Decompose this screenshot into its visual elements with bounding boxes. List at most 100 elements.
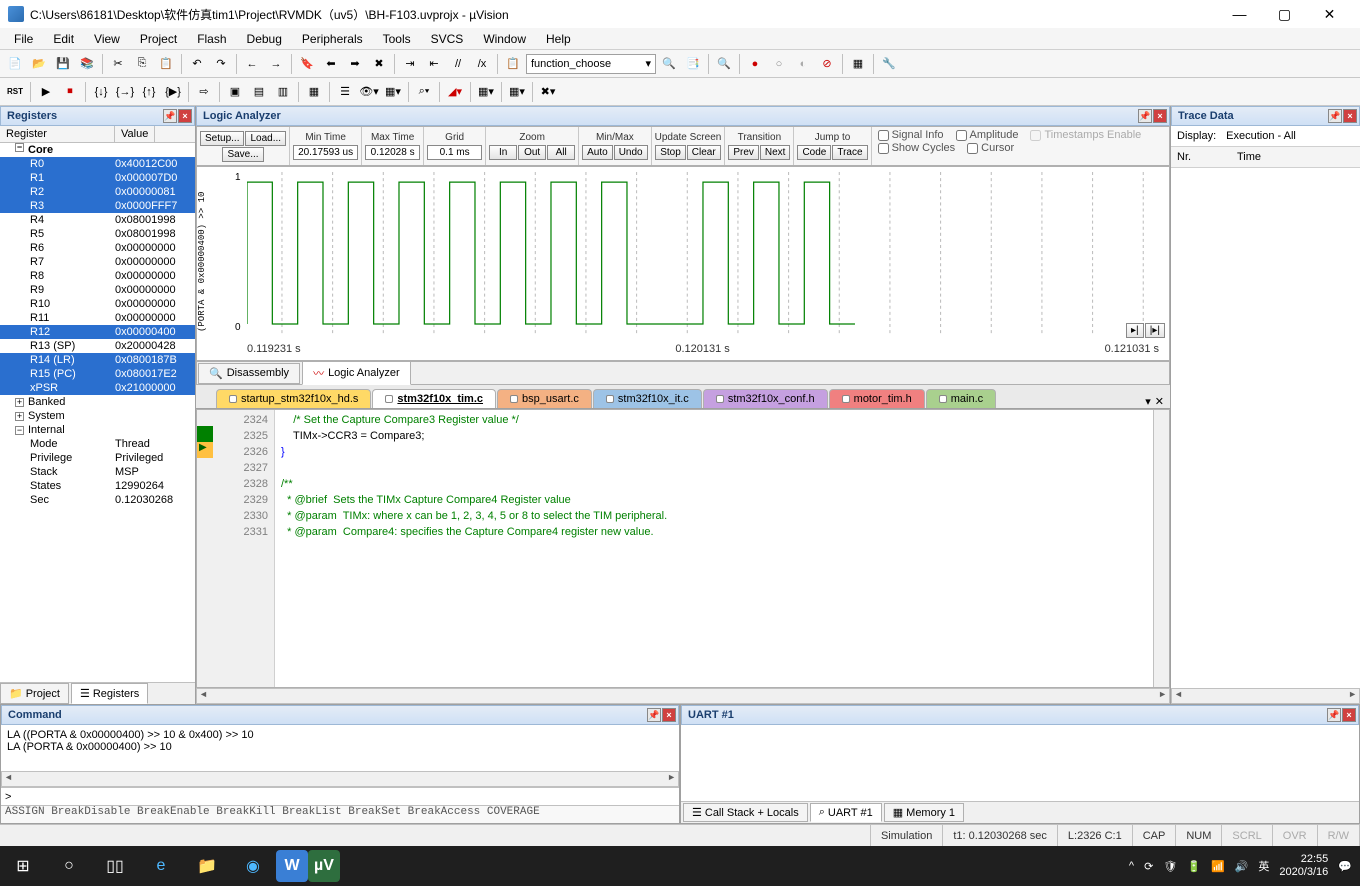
scroll-end-icon[interactable]: ▸| xyxy=(1126,323,1144,338)
callstack-icon[interactable]: ☰ xyxy=(334,81,356,103)
editor-hscrollbar[interactable] xyxy=(196,688,1170,704)
editor-vscrollbar[interactable] xyxy=(1153,410,1169,687)
bookmark-next-icon[interactable]: ➡ xyxy=(344,53,366,75)
cursor-check[interactable]: Cursor xyxy=(967,142,1014,154)
breakpoint-off-icon[interactable]: ◐ xyxy=(792,53,814,75)
tab-uart1[interactable]: ⌕UART #1 xyxy=(810,803,882,822)
reg-row[interactable]: R14 (LR)0x0800187B xyxy=(0,353,195,367)
menu-view[interactable]: View xyxy=(84,30,130,48)
menu-debug[interactable]: Debug xyxy=(237,30,292,48)
tray-shield-icon[interactable]: 🛡 xyxy=(1163,860,1177,873)
step-over-icon[interactable]: {→} xyxy=(114,81,136,103)
tray-ime-icon[interactable]: 英 xyxy=(1258,858,1269,874)
clear-button[interactable]: Clear xyxy=(687,145,721,160)
timestamps-check[interactable]: Timestamps Enable xyxy=(1030,129,1141,141)
cortana-icon[interactable]: ○ xyxy=(46,846,92,886)
undo-icon[interactable]: ↶ xyxy=(186,53,208,75)
pin-icon[interactable]: 📌 xyxy=(647,708,661,722)
reg-row[interactable]: Sec0.12030268 xyxy=(0,493,195,507)
tray-notifications-icon[interactable]: 💬 xyxy=(1338,860,1352,873)
disasm-icon[interactable]: ▤ xyxy=(248,81,270,103)
menu-svcs[interactable]: SVCS xyxy=(421,30,474,48)
reg-group[interactable]: −Internal xyxy=(0,423,195,437)
step-out-icon[interactable]: {↑} xyxy=(138,81,160,103)
menu-tools[interactable]: Tools xyxy=(373,30,421,48)
app-icon-1[interactable]: ◉ xyxy=(230,846,276,886)
comment-icon[interactable]: // xyxy=(447,53,469,75)
analysis-icon[interactable]: ◢▾ xyxy=(444,81,466,103)
file-tab[interactable]: stm32f10x_tim.c xyxy=(372,389,496,408)
stop-button[interactable]: Stop xyxy=(655,145,686,160)
close-button[interactable]: ✕ xyxy=(1307,0,1352,28)
reg-row[interactable]: xPSR0x21000000 xyxy=(0,381,195,395)
tab-dropdown-icon[interactable]: ▾ xyxy=(1145,395,1151,408)
reg-row[interactable]: PrivilegePrivileged xyxy=(0,451,195,465)
file-tab[interactable]: stm32f10x_conf.h xyxy=(703,389,828,408)
reg-row[interactable]: R60x00000000 xyxy=(0,241,195,255)
tray-sync-icon[interactable]: ⟳ xyxy=(1144,860,1153,873)
tab-callstack[interactable]: ☰Call Stack + Locals xyxy=(683,803,808,822)
tray-chevron-icon[interactable]: ^ xyxy=(1129,860,1134,872)
reg-row[interactable]: ModeThread xyxy=(0,437,195,451)
taskview-icon[interactable]: ▯▯ xyxy=(92,846,138,886)
nav-fwd-icon[interactable]: → xyxy=(265,53,287,75)
logic-analyzer-canvas[interactable]: (PORTA & 0x00000400) >> 10 1 0 0.119231 … xyxy=(196,166,1170,361)
zoom-all-button[interactable]: All xyxy=(547,145,575,160)
reg-row[interactable]: R110x00000000 xyxy=(0,311,195,325)
reg-group[interactable]: +Banked xyxy=(0,395,195,409)
file-tab[interactable]: main.c xyxy=(926,389,996,408)
reg-row[interactable]: R30x0000FFF7 xyxy=(0,199,195,213)
reg-row[interactable]: R80x00000000 xyxy=(0,269,195,283)
reg-row[interactable]: R15 (PC)0x080017E2 xyxy=(0,367,195,381)
reg-row[interactable]: R100x00000000 xyxy=(0,297,195,311)
find-icon[interactable]: 🔍 xyxy=(658,53,680,75)
paste-icon[interactable]: 📋 xyxy=(155,53,177,75)
panel-close-icon[interactable]: × xyxy=(662,708,676,722)
tab-memory1[interactable]: ▦Memory 1 xyxy=(884,803,964,822)
reg-group[interactable]: +System xyxy=(0,409,195,423)
memory-icon[interactable]: ▦▾ xyxy=(382,81,404,103)
reg-row[interactable]: R40x08001998 xyxy=(0,213,195,227)
nav-back-icon[interactable]: ← xyxy=(241,53,263,75)
cmd-window-icon[interactable]: ▣ xyxy=(224,81,246,103)
wps-icon[interactable]: W xyxy=(276,850,308,882)
pin-icon[interactable]: 📌 xyxy=(1328,109,1342,123)
jump-trace-button[interactable]: Trace xyxy=(832,145,867,160)
tray-clock[interactable]: 22:55 2020/3/16 xyxy=(1279,853,1328,879)
cut-icon[interactable]: ✂ xyxy=(107,53,129,75)
file-tab[interactable]: startup_stm32f10x_hd.s xyxy=(216,389,371,408)
reg-row[interactable]: R00x40012C00 xyxy=(0,157,195,171)
pin-icon[interactable]: 📌 xyxy=(1327,708,1341,722)
reg-row[interactable]: R90x00000000 xyxy=(0,283,195,297)
explorer-icon[interactable]: 📁 xyxy=(184,846,230,886)
menu-file[interactable]: File xyxy=(4,30,43,48)
outdent-icon[interactable]: ⇤ xyxy=(423,53,445,75)
redo-icon[interactable]: ↷ xyxy=(210,53,232,75)
tray-volume-icon[interactable]: 🔊 xyxy=(1235,860,1249,873)
reg-row[interactable]: States12990264 xyxy=(0,479,195,493)
code-editor[interactable]: ▶ 23242325232623272328232923302331 /* Se… xyxy=(196,409,1170,688)
tab-disassembly[interactable]: 🔍Disassembly xyxy=(198,363,300,384)
tab-registers[interactable]: ☰Registers xyxy=(71,683,148,704)
command-hscrollbar[interactable] xyxy=(1,771,679,787)
file-tab[interactable]: motor_tim.h xyxy=(829,389,925,408)
menu-project[interactable]: Project xyxy=(130,30,187,48)
maximize-button[interactable]: ▢ xyxy=(1262,0,1307,28)
trace-display-combo[interactable]: Execution - All xyxy=(1226,130,1296,142)
tab-project[interactable]: 📁Project xyxy=(0,683,69,704)
panel-close-icon[interactable]: × xyxy=(1153,109,1167,123)
breakpoint-red-icon[interactable]: ● xyxy=(744,53,766,75)
reg-row[interactable]: R13 (SP)0x20000428 xyxy=(0,339,195,353)
signal-info-check[interactable]: Signal Info xyxy=(878,129,944,141)
start-button[interactable]: ⊞ xyxy=(0,846,46,886)
copy-icon[interactable]: ⎘ xyxy=(131,53,153,75)
reg-row[interactable]: R20x00000081 xyxy=(0,185,195,199)
menu-edit[interactable]: Edit xyxy=(43,30,84,48)
amplitude-check[interactable]: Amplitude xyxy=(956,129,1019,141)
tools-icon[interactable]: ✖▾ xyxy=(537,81,559,103)
bookmark-prev-icon[interactable]: ⬅ xyxy=(320,53,342,75)
menu-window[interactable]: Window xyxy=(473,30,536,48)
reg-row[interactable]: R70x00000000 xyxy=(0,255,195,269)
watch-icon[interactable]: 👁▾ xyxy=(358,81,380,103)
la-save-button[interactable]: Save... xyxy=(222,147,263,162)
